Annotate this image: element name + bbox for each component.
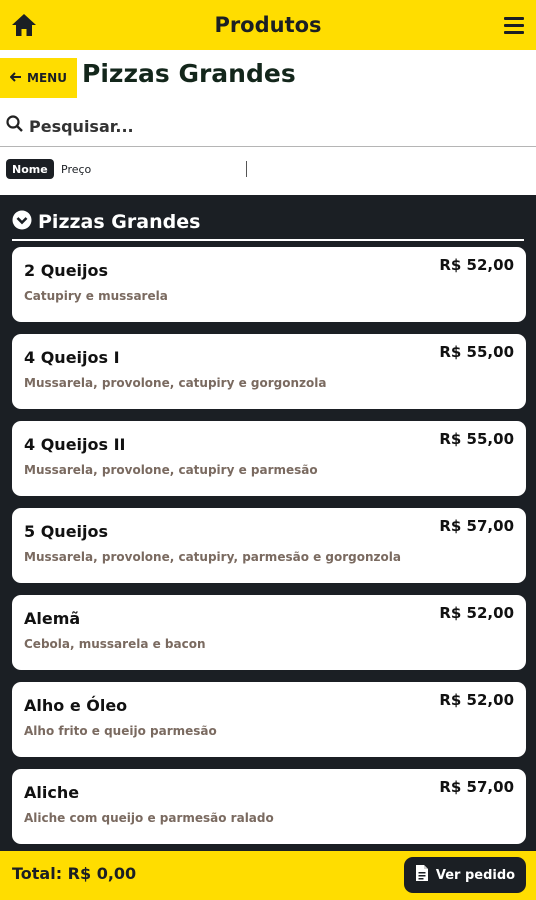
- footer-bar: Total: R$ 0,00 Ver pedido: [0, 851, 536, 900]
- product-description: Mussarela, provolone, catupiry e parmesã…: [24, 463, 318, 477]
- category-header[interactable]: Pizzas Grandes: [12, 204, 524, 241]
- chevron-down-circle-icon: [12, 210, 32, 234]
- category-title: Pizzas Grandes: [38, 210, 201, 233]
- product-description: Catupiry e mussarela: [24, 289, 168, 303]
- product-name: 2 Queijos: [24, 261, 109, 280]
- home-icon[interactable]: [10, 12, 38, 38]
- back-menu-label: MENU: [27, 71, 67, 85]
- product-name: 4 Queijos II: [24, 435, 126, 454]
- page-header: MENU Pizzas Grandes: [0, 50, 536, 106]
- product-name: Aliche: [24, 783, 80, 802]
- product-name: 4 Queijos I: [24, 348, 120, 367]
- product-description: Mussarela, provolone, catupiry e gorgonz…: [24, 376, 327, 390]
- product-price: R$ 52,00: [439, 256, 514, 274]
- product-card[interactable]: Alemã Cebola, mussarela e bacon R$ 52,00: [12, 595, 526, 670]
- document-icon: [415, 864, 429, 886]
- product-card[interactable]: 4 Queijos II Mussarela, provolone, catup…: [12, 421, 526, 496]
- product-price: R$ 57,00: [439, 517, 514, 535]
- search-icon: [6, 115, 24, 137]
- sort-bar: Nome Preço: [0, 147, 536, 195]
- product-card[interactable]: Alho e Óleo Alho frito e queijo parmesão…: [12, 682, 526, 757]
- app-title: Produtos: [214, 13, 322, 37]
- product-price: R$ 52,00: [439, 604, 514, 622]
- top-bar: Produtos: [0, 0, 536, 50]
- product-name: Alho e Óleo: [24, 696, 128, 715]
- back-menu-button[interactable]: MENU: [0, 58, 77, 98]
- page-title: Pizzas Grandes: [82, 59, 296, 88]
- order-total: Total: R$ 0,00: [12, 864, 137, 883]
- sort-by-price-button[interactable]: Preço: [61, 159, 91, 179]
- product-list: 2 Queijos Catupiry e mussarela R$ 52,00 …: [12, 247, 526, 856]
- product-price: R$ 55,00: [439, 343, 514, 361]
- search-input[interactable]: [29, 116, 509, 136]
- product-name: Alemã: [24, 609, 81, 628]
- product-description: Cebola, mussarela e bacon: [24, 637, 206, 651]
- product-price: R$ 55,00: [439, 430, 514, 448]
- hamburger-icon[interactable]: [502, 13, 526, 37]
- product-card[interactable]: 2 Queijos Catupiry e mussarela R$ 52,00: [12, 247, 526, 322]
- product-price: R$ 57,00: [439, 778, 514, 796]
- sort-by-name-button[interactable]: Nome: [6, 159, 54, 179]
- product-card[interactable]: 5 Queijos Mussarela, provolone, catupiry…: [12, 508, 526, 583]
- product-description: Mussarela, provolone, catupiry, parmesão…: [24, 550, 401, 564]
- arrow-left-icon: [9, 71, 22, 85]
- search-bar: [0, 106, 536, 147]
- product-card[interactable]: Aliche Aliche com queijo e parmesão rala…: [12, 769, 526, 844]
- product-description: Alho frito e queijo parmesão: [24, 724, 217, 738]
- product-description: Aliche com queijo e parmesão ralado: [24, 811, 274, 825]
- view-order-label: Ver pedido: [435, 867, 516, 883]
- product-card[interactable]: 4 Queijos I Mussarela, provolone, catupi…: [12, 334, 526, 409]
- product-name: 5 Queijos: [24, 522, 109, 541]
- product-price: R$ 52,00: [439, 691, 514, 709]
- sort-divider: [246, 161, 247, 177]
- view-order-button[interactable]: Ver pedido: [404, 857, 526, 893]
